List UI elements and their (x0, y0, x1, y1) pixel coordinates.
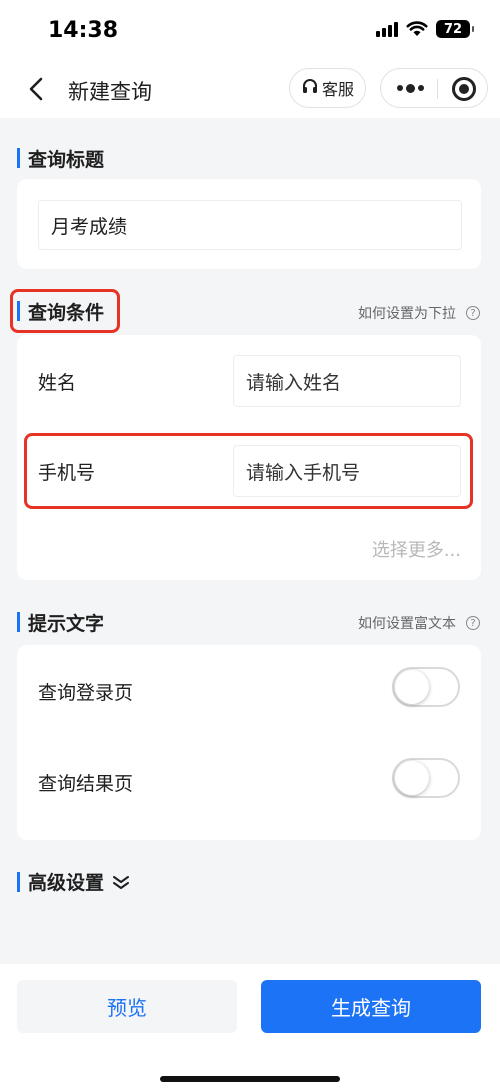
customer-service-label: 客服 (321, 80, 354, 99)
section-hint-text: 提示文字 (17, 609, 104, 635)
double-chevron-down-icon (112, 874, 130, 890)
section-query-conditions: 查询条件 (17, 298, 104, 324)
hint-label-login-page: 查询登录页 (38, 682, 134, 704)
question-icon: ? (466, 306, 480, 320)
capsule-divider (437, 79, 438, 99)
section-accent-bar (17, 148, 20, 168)
bottom-action-bar: 预览 生成查询 (0, 964, 500, 1090)
customer-service-button[interactable]: 客服 (289, 68, 366, 108)
status-icons: 72 (376, 20, 474, 38)
preview-button[interactable]: 预览 (17, 980, 237, 1033)
cellular-signal-icon (376, 21, 398, 37)
section-title: 查询条件 (28, 301, 105, 324)
section-accent-bar (17, 301, 20, 321)
section-accent-bar (17, 871, 20, 892)
name-input[interactable]: 请输入姓名 (233, 355, 461, 407)
name-placeholder: 请输入姓名 (246, 371, 342, 394)
section-accent-bar (17, 612, 20, 632)
rich-text-help-link[interactable]: 如何设置富文本 ? (358, 613, 480, 633)
generate-query-button[interactable]: 生成查询 (261, 980, 481, 1033)
condition-label-phone: 手机号 (38, 462, 96, 484)
back-arrow-icon[interactable] (22, 74, 50, 104)
status-bar: 14:38 72 (0, 0, 500, 62)
condition-label-name: 姓名 (38, 372, 77, 394)
battery-icon: 72 (436, 20, 474, 38)
headphones-icon (301, 77, 319, 99)
more-options-icon[interactable] (395, 78, 425, 98)
hint-text-card: 查询登录页 查询结果页 (17, 645, 481, 840)
section-query-title: 查询标题 (17, 145, 104, 171)
advanced-settings-toggle[interactable]: 高级设置 (17, 868, 130, 895)
query-conditions-card: 姓名 请输入姓名 手机号 请输入手机号 选择更多... (17, 335, 481, 580)
section-title: 高级设置 (28, 872, 105, 894)
select-more-link[interactable]: 选择更多... (372, 536, 461, 562)
close-mini-program-icon[interactable] (452, 77, 476, 101)
query-title-card: 月考成绩 (17, 179, 481, 269)
section-title: 提示文字 (28, 612, 105, 635)
phone-input[interactable]: 请输入手机号 (233, 445, 461, 497)
home-indicator (160, 1076, 340, 1082)
phone-placeholder: 请输入手机号 (246, 461, 361, 484)
toggle-knob (395, 670, 429, 704)
hint-label-result-page: 查询结果页 (38, 773, 134, 795)
mini-program-capsule (380, 68, 488, 108)
toggle-knob (395, 761, 429, 795)
nav-bar: 新建查询 客服 (0, 62, 500, 118)
result-page-toggle[interactable] (392, 758, 460, 798)
dropdown-help-link[interactable]: 如何设置为下拉 ? (358, 303, 480, 323)
query-title-input[interactable]: 月考成绩 (38, 200, 462, 250)
wifi-icon (406, 21, 428, 37)
login-page-toggle[interactable] (392, 667, 460, 707)
page-title: 新建查询 (68, 80, 152, 104)
rich-text-help-label: 如何设置富文本 (358, 616, 456, 632)
question-icon: ? (466, 616, 480, 630)
status-time: 14:38 (48, 18, 119, 43)
dropdown-help-label: 如何设置为下拉 (358, 306, 456, 322)
section-title: 查询标题 (28, 148, 105, 171)
